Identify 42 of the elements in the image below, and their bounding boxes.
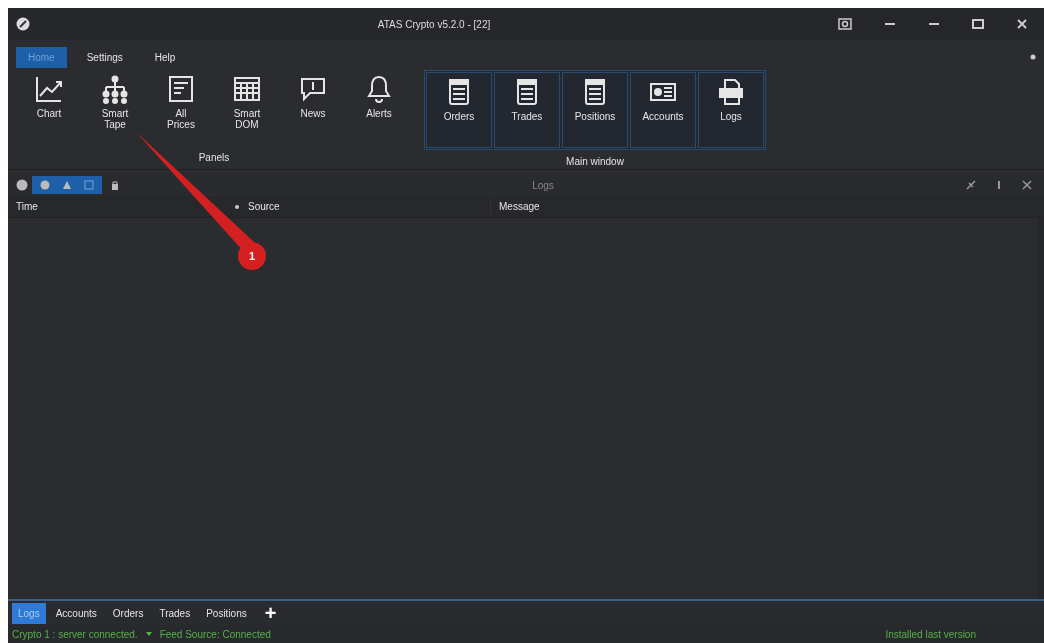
bottom-tab[interactable]: Trades — [153, 602, 197, 624]
ribbon-button[interactable]: Trades — [494, 72, 560, 148]
camera-icon[interactable] — [838, 17, 852, 31]
ribbon-button[interactable]: Orders — [426, 72, 492, 148]
document-icon — [166, 74, 196, 104]
column-header[interactable]: Source — [240, 199, 490, 214]
menu-tab[interactable]: Help — [142, 46, 188, 68]
app-logo-icon — [16, 17, 30, 31]
bottom-tab[interactable]: Orders — [106, 602, 150, 624]
ribbon-button[interactable]: Accounts — [630, 72, 696, 148]
lock-icon[interactable] — [110, 180, 120, 190]
group-label: Main window — [566, 155, 624, 169]
add-tab-button[interactable]: + — [256, 603, 285, 623]
ribbon-button[interactable]: News — [280, 70, 346, 146]
bottom-tab[interactable]: Positions — [200, 602, 253, 624]
close-icon[interactable] — [1016, 18, 1028, 30]
hierarchy-icon — [100, 74, 130, 104]
grid-icon — [232, 74, 262, 104]
column-header[interactable]: Message — [490, 199, 1044, 214]
connection-status: Crypto 1 : server connected. — [12, 627, 138, 642]
menu-tab[interactable]: Settings — [74, 46, 135, 68]
column-header[interactable]: Time — [8, 199, 234, 214]
warning-icon[interactable] — [62, 180, 72, 190]
feed-status: Feed Source: Connected — [159, 627, 271, 642]
maximize-icon[interactable] — [972, 18, 984, 30]
close-icon[interactable] — [1022, 180, 1032, 190]
collapse-icon[interactable] — [1030, 54, 1036, 60]
ribbon-button[interactable]: Smart DOM — [214, 70, 280, 146]
ribbon-button[interactable]: Smart Tape — [82, 70, 148, 146]
window-title: ATAS Crypto v5.2.0 - [22] — [376, 17, 492, 32]
ribbon-button[interactable]: Positions — [562, 72, 628, 148]
ribbon-button[interactable]: Chart — [16, 70, 82, 146]
ribbon-button[interactable]: All Prices — [148, 70, 214, 146]
version-status: Installed last version — [885, 627, 977, 642]
panel-title: Logs — [531, 178, 555, 193]
line-chart-icon — [34, 74, 64, 104]
printer-icon — [716, 77, 746, 107]
caret-icon — [145, 631, 152, 637]
group-label: Panels — [198, 151, 230, 165]
ribbon-button[interactable]: Alerts — [346, 70, 412, 146]
ribbon-button[interactable]: Logs — [698, 72, 764, 148]
bottom-tab[interactable]: Accounts — [49, 602, 103, 624]
